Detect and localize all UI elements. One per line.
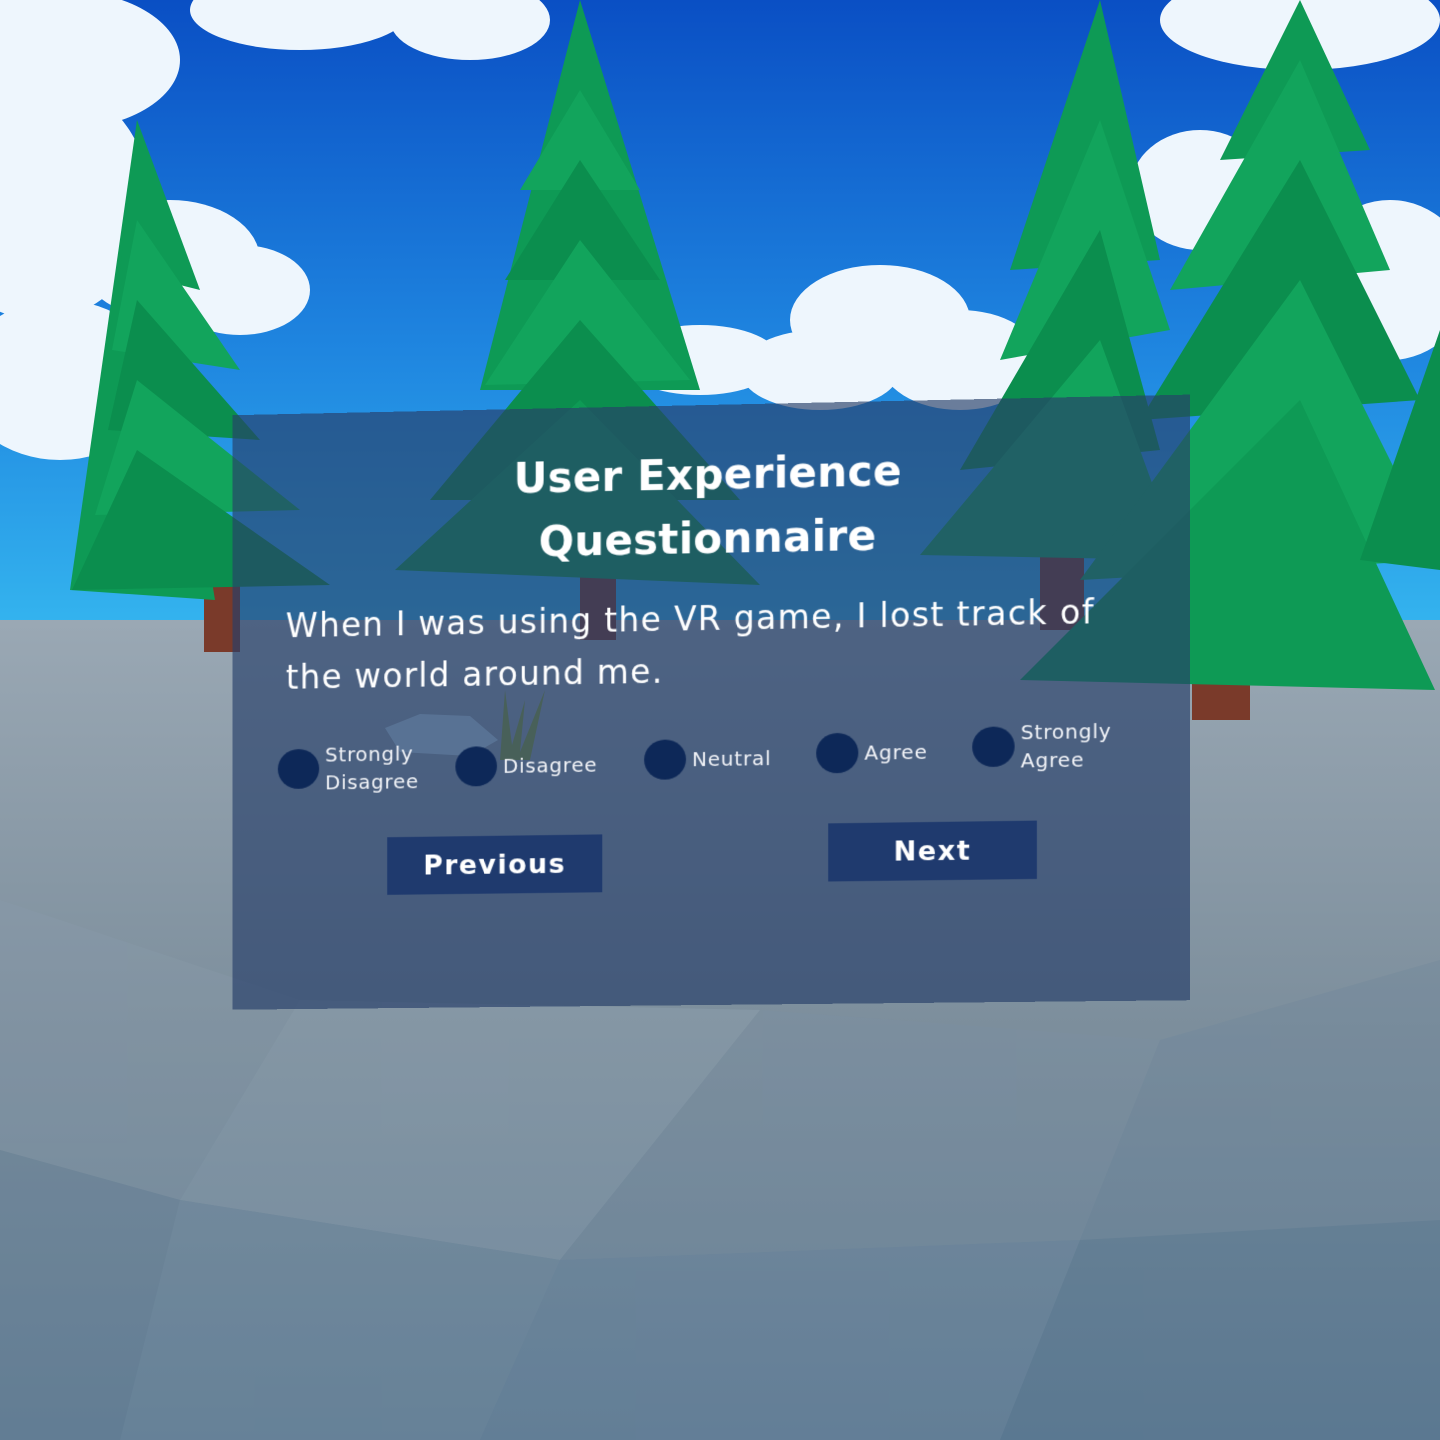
likert-options: Strongly Disagree Disagree Neutral Agree…: [277, 716, 1158, 809]
radio-button[interactable]: [455, 746, 497, 787]
question-text: When I was using the VR game, I lost tra…: [285, 592, 1095, 697]
option-neutral[interactable]: Neutral: [644, 738, 771, 780]
option-label: Strongly Disagree: [325, 741, 419, 795]
option-agree[interactable]: Agree: [816, 732, 928, 774]
radio-button[interactable]: [816, 732, 859, 774]
option-strongly-disagree[interactable]: Strongly Disagree: [277, 739, 450, 797]
panel-title: User Experience Questionnaire: [233, 433, 1190, 580]
radio-button[interactable]: [277, 748, 320, 790]
questionnaire-panel: User Experience Questionnaire When I was…: [232, 394, 1191, 1010]
next-button[interactable]: Next: [828, 820, 1037, 882]
option-strongly-agree[interactable]: Strongly Agree: [972, 716, 1148, 775]
option-disagree[interactable]: Disagree: [455, 745, 597, 787]
radio-button[interactable]: [644, 739, 687, 780]
radio-button[interactable]: [972, 726, 1015, 768]
option-label: Neutral: [692, 746, 772, 772]
option-label: Agree: [864, 739, 928, 765]
previous-button[interactable]: Previous: [387, 834, 603, 895]
option-label: Strongly Agree: [1020, 718, 1112, 773]
option-label: Disagree: [502, 752, 598, 778]
